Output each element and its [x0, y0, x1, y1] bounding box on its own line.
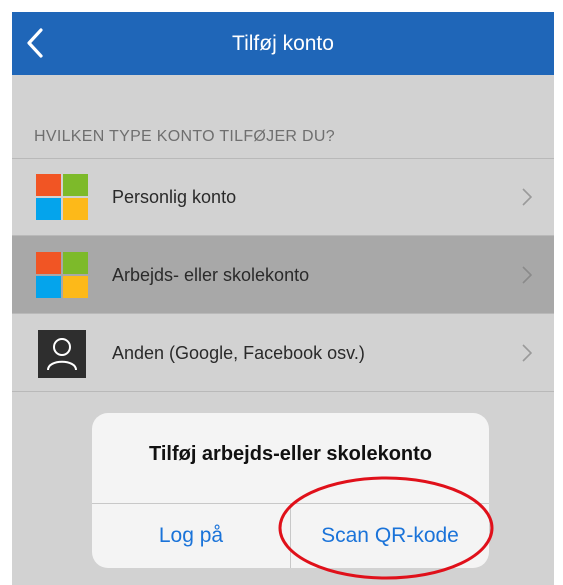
chevron-right-icon — [522, 188, 532, 206]
microsoft-logo-icon — [36, 252, 88, 298]
list-item-label: Personlig konto — [112, 187, 237, 207]
list-item-label: Anden (Google, Facebook osv.) — [112, 343, 365, 363]
microsoft-logo-icon — [36, 174, 88, 220]
person-icon — [38, 330, 86, 378]
account-option-work-school[interactable]: Arbejds- eller skolekonto — [12, 236, 554, 314]
page-title: Tilføj konto — [232, 32, 334, 55]
navigation-bar: Tilføj konto — [12, 12, 554, 75]
list-item-label: Arbejds- eller skolekonto — [112, 265, 310, 285]
account-option-other[interactable]: Anden (Google, Facebook osv.) — [12, 314, 554, 392]
account-option-personal[interactable]: Personlig konto — [12, 158, 554, 236]
account-type-list: Personlig konto Arbejds- eller skolekont… — [12, 158, 554, 392]
chevron-right-icon — [522, 266, 532, 284]
app-screen: Tilføj konto HVILKEN TYPE KONTO TILFØJER… — [12, 12, 554, 585]
log-in-button[interactable]: Log på — [92, 504, 290, 568]
chevron-right-icon — [522, 344, 532, 362]
dialog-title: Tilføj arbejds-eller skolekonto — [148, 443, 433, 465]
section-header: HVILKEN TYPE KONTO TILFØJER DU? — [34, 128, 335, 145]
scan-qr-code-button[interactable]: Scan QR-kode — [291, 504, 489, 568]
action-dialog: Tilføj arbejds-eller skolekonto Log på S… — [92, 413, 489, 568]
divider — [12, 391, 554, 392]
